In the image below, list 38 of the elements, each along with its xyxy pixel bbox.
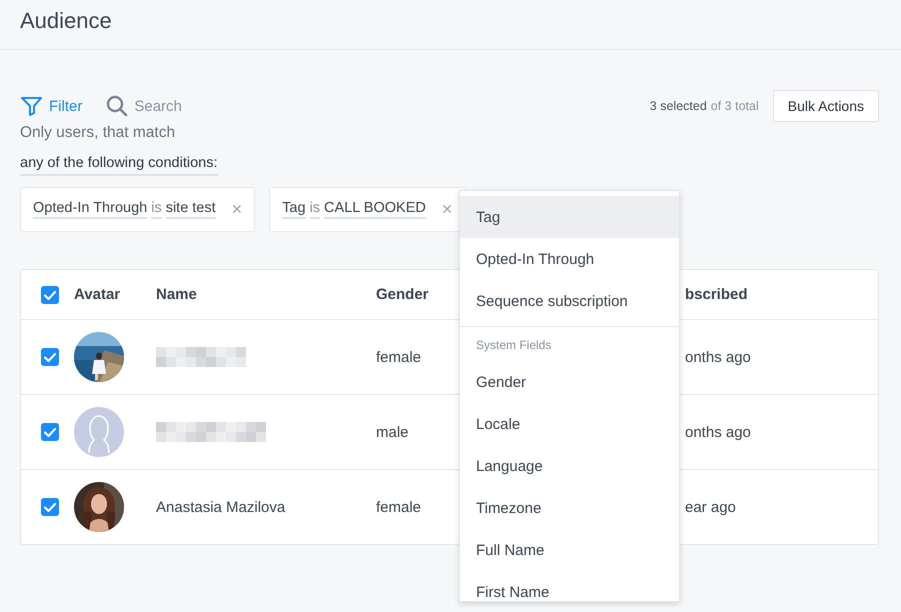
match-label: Only users, that match xyxy=(20,124,176,142)
selected-count: 3 selected xyxy=(650,99,707,113)
condition-value[interactable]: CALL BOOKED xyxy=(324,200,426,219)
table-cell: onths ago xyxy=(685,348,751,366)
table-cell: onths ago xyxy=(685,424,751,440)
avatar-placeholder-icon xyxy=(74,407,124,457)
dropdown-option[interactable]: Sequence subscription xyxy=(460,280,679,322)
page-title: Audience xyxy=(20,8,112,34)
filter-icon xyxy=(20,95,43,117)
column-header: Name xyxy=(156,286,197,303)
search-icon xyxy=(106,95,128,117)
dropdown-option[interactable]: Language xyxy=(460,445,679,487)
gender-cell: female xyxy=(376,348,422,366)
match-mode-select[interactable]: any of the following conditions: xyxy=(20,155,218,176)
dropdown-option[interactable]: Timezone xyxy=(460,487,679,529)
table-cell: ear ago xyxy=(685,498,736,516)
checkbox[interactable] xyxy=(41,498,59,516)
dropdown-option[interactable]: Locale xyxy=(460,403,679,445)
checkbox[interactable] xyxy=(41,348,59,366)
column-header: Avatar xyxy=(74,286,120,303)
dropdown-option[interactable]: Opted-In Through xyxy=(460,238,679,280)
condition-value[interactable]: site test xyxy=(166,200,216,219)
condition-field[interactable]: Tag xyxy=(282,200,306,219)
checkbox[interactable] xyxy=(41,423,59,441)
section-label: System Fields xyxy=(476,338,552,352)
condition-field[interactable]: Opted-In Through xyxy=(33,200,148,219)
bulk-actions-button[interactable]: Bulk Actions xyxy=(772,90,879,122)
column-header: Gender xyxy=(376,286,429,303)
checkbox[interactable] xyxy=(41,286,59,304)
gender-cell: male xyxy=(376,424,409,440)
dropdown-option[interactable]: Tag xyxy=(460,196,679,238)
dropdown-option[interactable]: Gender xyxy=(460,361,679,403)
dropdown-option[interactable]: First Name xyxy=(460,571,679,601)
gender-cell: female xyxy=(376,498,422,516)
column-header: bscribed xyxy=(685,286,748,303)
total-count: of 3 total xyxy=(710,99,759,113)
name-cell: Anastasia Mazilova xyxy=(156,498,286,516)
dropdown-option[interactable]: Full Name xyxy=(460,529,679,571)
